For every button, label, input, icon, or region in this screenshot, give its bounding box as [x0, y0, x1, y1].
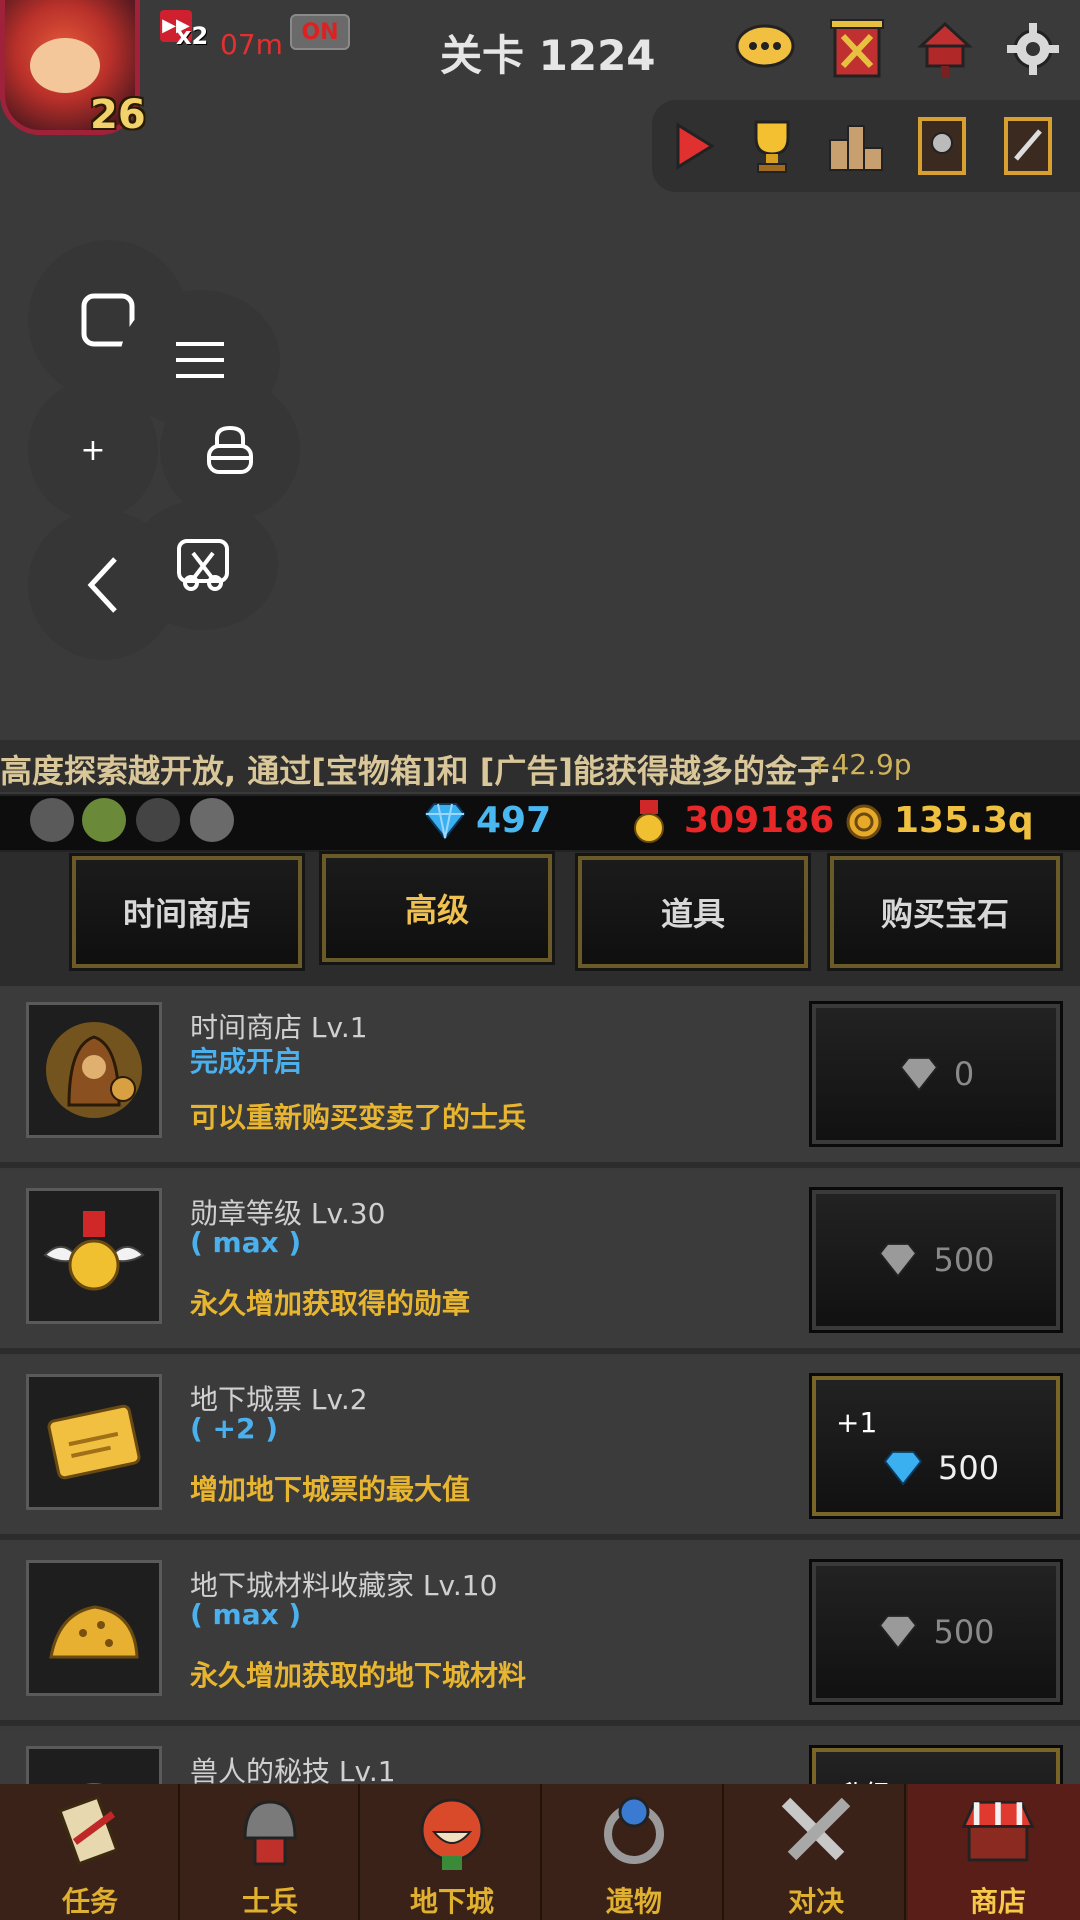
- collection-book-icon[interactable]: [910, 112, 974, 180]
- play-icon[interactable]: [662, 112, 726, 180]
- grey-gem-icon: [879, 1614, 918, 1650]
- item-description: 增加地下城票的最大值: [190, 1473, 471, 1506]
- row-divider: [0, 1162, 1080, 1168]
- nav-label: 遗物: [605, 1885, 662, 1918]
- nav-shop[interactable]: 商店: [908, 1784, 1080, 1920]
- dungeon-ticket-icon: [26, 1374, 162, 1510]
- row-divider: [0, 1348, 1080, 1354]
- diamond-gem-icon: [424, 803, 466, 840]
- medal-icon: [634, 800, 664, 843]
- item-gain: +1: [836, 1405, 878, 1439]
- plus-icon: +: [80, 432, 106, 468]
- row-divider: [0, 1534, 1080, 1540]
- material-pile-icon: [26, 1560, 162, 1696]
- row-divider: [0, 1720, 1080, 1726]
- tab-items[interactable]: 道具: [575, 853, 811, 971]
- buy-button[interactable]: 500: [809, 1187, 1063, 1333]
- item-description: 可以重新购买变卖了的士兵: [190, 1101, 527, 1134]
- medal-count: 309186: [684, 800, 835, 841]
- settings-gear-icon[interactable]: [1002, 18, 1064, 80]
- lock-button[interactable]: [160, 380, 300, 520]
- tab-buy-gems[interactable]: 购买宝石: [827, 853, 1063, 971]
- stage-title: 关卡 1224: [440, 31, 656, 80]
- news-ticker: 高度探索越开放, 通过[宝物箱]和 [广告]能获得越多的金子. +42.9p: [0, 740, 1080, 792]
- back-button[interactable]: [28, 510, 178, 660]
- item-price: 500: [938, 1448, 1000, 1487]
- item-status: ( max ): [190, 1226, 302, 1259]
- buy-button[interactable]: 500: [809, 1559, 1063, 1705]
- hero-face-icon: [30, 38, 100, 93]
- item-status: 完成开启: [190, 1045, 303, 1078]
- shop-item-row: 勋章等级 Lv.30 ( max ) 永久增加获取得的勋章 500: [0, 1172, 1080, 1348]
- ticker-bonus: +42.9p: [808, 748, 912, 781]
- monster-plant-icon: [412, 1792, 492, 1872]
- auto-toggle[interactable]: ON: [290, 14, 350, 50]
- nav-dungeon[interactable]: 地下城: [362, 1784, 542, 1920]
- nav-label: 商店: [969, 1885, 1026, 1918]
- chevron-left-icon: [87, 557, 117, 613]
- mailbox-icon[interactable]: [914, 18, 976, 80]
- grey-gem-icon: [879, 1242, 918, 1278]
- ticker-message: 高度探索越开放, 通过[宝物箱]和 [广告]能获得越多的金子.: [0, 752, 842, 790]
- orb-ring-icon: [594, 1792, 674, 1872]
- nav-label: 任务: [61, 1885, 118, 1918]
- speed-multiplier: x2: [176, 22, 209, 50]
- diamond-gem-icon: [883, 1450, 923, 1486]
- unit-robot-icon: [190, 798, 234, 842]
- buy-button[interactable]: +1 500: [809, 1373, 1063, 1519]
- quest-book-icon[interactable]: [996, 112, 1060, 180]
- shop-stall-icon: [958, 1792, 1038, 1872]
- shop-item-row: 地下城材料收藏家 Lv.10 ( max ) 永久增加获取的地下城材料 500: [0, 1544, 1080, 1720]
- gold-coin-icon: [846, 804, 882, 840]
- item-status: ( max ): [190, 1598, 302, 1631]
- nav-label: 对决: [787, 1885, 844, 1918]
- hamburger-icon: [176, 342, 224, 378]
- item-price: 500: [933, 1241, 995, 1279]
- unit-demon-icon: [136, 798, 180, 842]
- nav-label: 士兵: [241, 1885, 298, 1918]
- trophy-icon[interactable]: [740, 112, 804, 180]
- nav-soldiers[interactable]: 士兵: [180, 1784, 360, 1920]
- grey-gem-icon: [899, 1056, 939, 1092]
- nav-relics[interactable]: 遗物: [544, 1784, 724, 1920]
- helmet-icon: [230, 1792, 310, 1872]
- crossed-swords-icon: [776, 1792, 856, 1872]
- nav-quests[interactable]: 任务: [0, 1784, 180, 1920]
- item-price: 0: [953, 1055, 975, 1093]
- item-description: 永久增加获取的地下城材料: [190, 1659, 527, 1692]
- guild-banner-icon[interactable]: [826, 18, 888, 80]
- time-merchant-icon: [26, 1002, 162, 1138]
- scroll-icon: [50, 1792, 130, 1872]
- unit-archer-icon: [82, 798, 126, 842]
- item-price: 500: [933, 1613, 995, 1651]
- shop-item-row: 时间商店 Lv.1 完成开启 可以重新购买变卖了的士兵 0: [0, 986, 1080, 1162]
- chat-icon[interactable]: [734, 18, 796, 80]
- unit-knight-icon: [30, 798, 74, 842]
- ranking-podium-icon[interactable]: [824, 112, 888, 180]
- scissors-screenshot-icon: [177, 539, 229, 591]
- item-status: ( +2 ): [190, 1412, 279, 1445]
- nav-label: 地下城: [409, 1885, 494, 1918]
- gold-count: 135.3q: [894, 800, 1034, 841]
- nav-battle[interactable]: 对决: [726, 1784, 906, 1920]
- speed-timer: 07m: [220, 28, 283, 61]
- tab-time-shop[interactable]: 时间商店: [69, 853, 305, 971]
- gem-count: 497: [476, 800, 552, 841]
- add-button[interactable]: +: [28, 380, 158, 520]
- shop-item-row: 地下城票 Lv.2 ( +2 ) 增加地下城票的最大值 +1 500: [0, 1358, 1080, 1534]
- player-level: 26: [90, 92, 146, 138]
- item-description: 永久增加获取得的勋章: [190, 1287, 471, 1320]
- buy-button[interactable]: 0: [809, 1001, 1063, 1147]
- tab-premium[interactable]: 高级: [319, 851, 555, 965]
- winged-medal-icon: [26, 1188, 162, 1324]
- lock-icon: [207, 425, 253, 474]
